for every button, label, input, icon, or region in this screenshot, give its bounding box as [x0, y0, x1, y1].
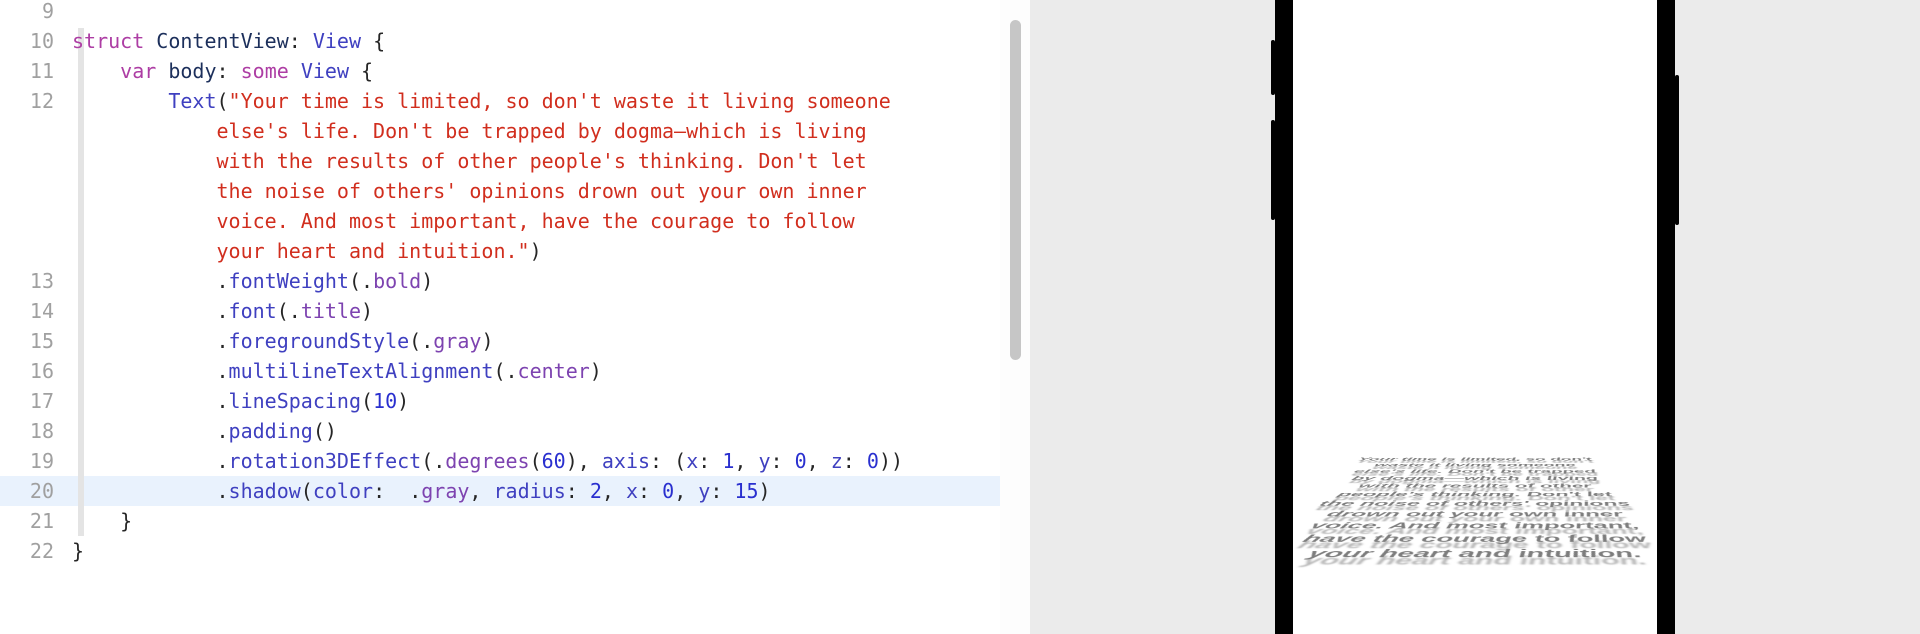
- code-editor[interactable]: 910struct ContentView: View {11 var body…: [0, 0, 1000, 634]
- line-number: 11: [0, 56, 72, 86]
- device-bezel: [1275, 0, 1293, 634]
- code-line[interactable]: .font(.title): [72, 296, 373, 326]
- code-line[interactable]: var body: some View {: [72, 56, 373, 86]
- code-line[interactable]: .fontWeight(.bold): [72, 266, 433, 296]
- code-line-wrap[interactable]: else's life. Don't be trapped by dogma—w…: [72, 116, 867, 146]
- preview-canvas[interactable]: Your time is limited, so don't waste it …: [1030, 0, 1920, 634]
- line-number: 16: [0, 356, 72, 386]
- code-line[interactable]: }: [72, 536, 84, 566]
- line-number: 21: [0, 506, 72, 536]
- editor-scrollbar[interactable]: [1000, 0, 1030, 634]
- code-line-wrap[interactable]: with the results of other people's think…: [72, 146, 867, 176]
- code-line[interactable]: .foregroundStyle(.gray): [72, 326, 493, 356]
- code-line[interactable]: }: [72, 506, 132, 536]
- line-number: 9: [0, 0, 72, 26]
- line-number: 20: [0, 476, 72, 506]
- code-line[interactable]: .rotation3DEffect(.degrees(60), axis: (x…: [72, 446, 903, 476]
- preview-text: Your time is limited, so don't waste it …: [1293, 456, 1657, 562]
- code-line[interactable]: .lineSpacing(10): [72, 386, 409, 416]
- line-number: 22: [0, 536, 72, 566]
- code-line[interactable]: .shadow(color: .gray, radius: 2, x: 0, y…: [72, 476, 771, 506]
- code-line[interactable]: .multilineTextAlignment(.center): [72, 356, 602, 386]
- code-line[interactable]: .padding(): [72, 416, 337, 446]
- code-line[interactable]: Text("Your time is limited, so don't was…: [72, 86, 891, 116]
- line-number: 15: [0, 326, 72, 356]
- line-number: 13: [0, 266, 72, 296]
- code-line-wrap[interactable]: voice. And most important, have the cour…: [72, 206, 855, 236]
- line-number: 10: [0, 26, 72, 56]
- line-number: 17: [0, 386, 72, 416]
- line-number: 19: [0, 446, 72, 476]
- device-screen: Your time is limited, so don't waste it …: [1293, 0, 1657, 634]
- code-line-wrap[interactable]: the noise of others' opinions drown out …: [72, 176, 867, 206]
- code-line-wrap[interactable]: your heart and intuition."): [72, 236, 542, 266]
- scrollbar-thumb[interactable]: [1010, 20, 1021, 360]
- code-line[interactable]: struct ContentView: View {: [72, 26, 385, 56]
- device-bezel: [1657, 0, 1675, 634]
- line-number: 18: [0, 416, 72, 446]
- device-side-button: [1675, 75, 1679, 225]
- device-frame: Your time is limited, so don't waste it …: [1275, 0, 1675, 634]
- line-number: 14: [0, 296, 72, 326]
- line-number: 12: [0, 86, 72, 116]
